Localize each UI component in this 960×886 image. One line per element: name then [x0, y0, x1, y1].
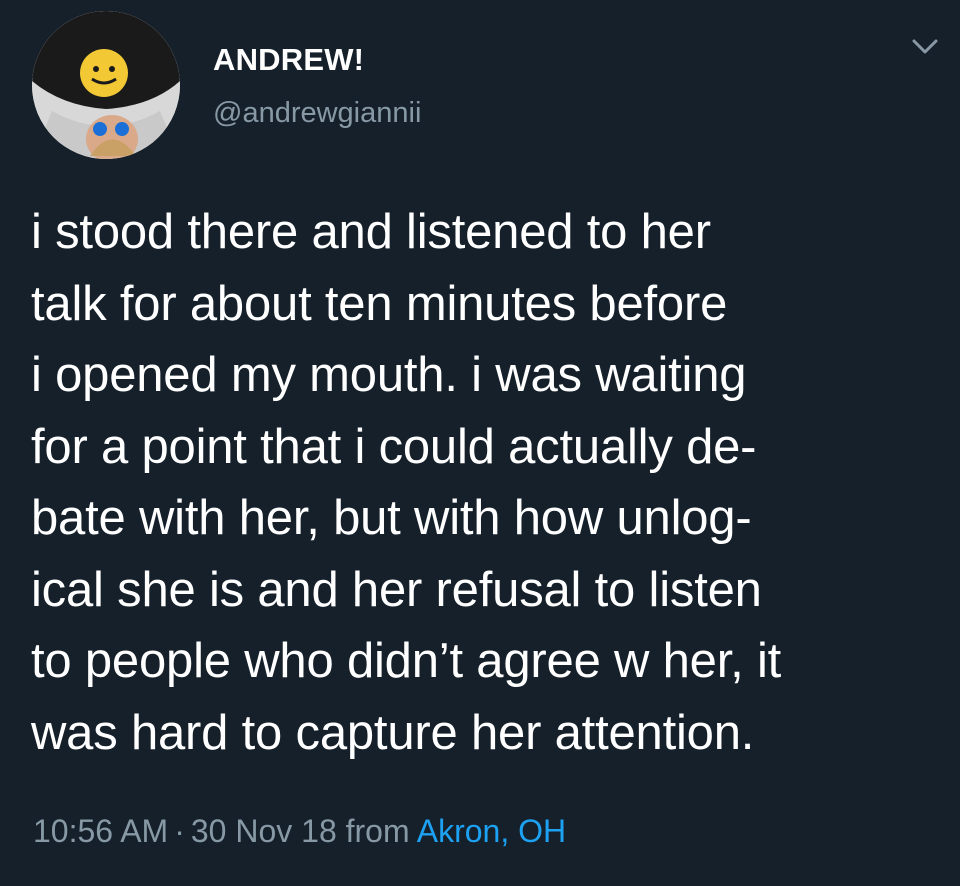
tweet-date[interactable]: 30 Nov 18	[191, 813, 337, 849]
user-handle[interactable]: @andrewgiannii	[213, 97, 421, 130]
location-link[interactable]: Akron, OH	[417, 813, 566, 849]
tweet-card: ANDREW! @andrewgiannii i stood there and…	[0, 0, 960, 886]
meta-separator: ·	[174, 813, 185, 849]
tweet-time[interactable]: 10:56 AM	[33, 813, 168, 849]
tweet-metadata: 10:56 AM · 30 Nov 18 from Akron, OH	[33, 813, 566, 850]
display-name[interactable]: ANDREW!	[213, 42, 364, 78]
chevron-down-icon[interactable]	[910, 36, 940, 58]
avatar[interactable]	[32, 11, 180, 159]
tweet-text: i stood there and listened to her talk f…	[31, 205, 782, 760]
profile-photo-icon	[32, 11, 180, 159]
from-label: from	[345, 813, 410, 849]
